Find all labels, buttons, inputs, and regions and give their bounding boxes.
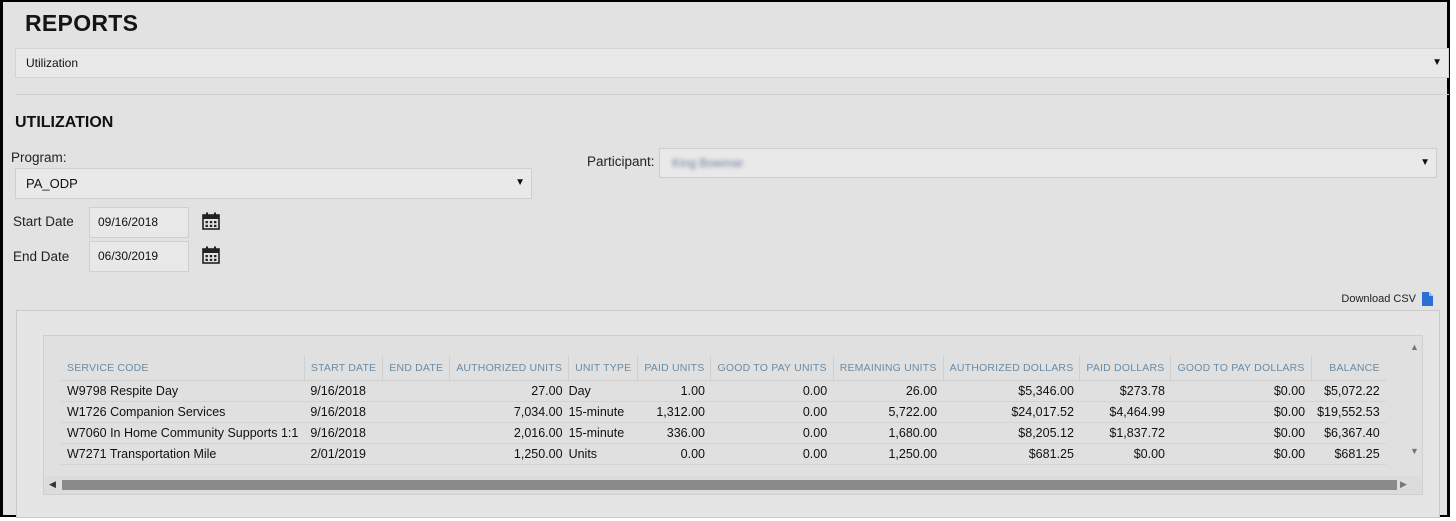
cell-paid-dollars: $0.00 <box>1079 443 1171 465</box>
end-date-label: End Date <box>13 249 70 264</box>
cell-end-date <box>382 380 450 402</box>
column-header[interactable]: END DATE <box>382 356 450 381</box>
cell-service-code: W7060 In Home Community Supports 1:1 <box>61 422 305 444</box>
column-header[interactable]: AUTHORIZED UNITS <box>449 356 569 381</box>
cell-paid-units: 1.00 <box>637 380 711 402</box>
cell-end-date <box>382 443 450 465</box>
cell-start-date: 9/16/2018 <box>304 401 383 423</box>
cell-unit-type: Day <box>568 380 638 402</box>
start-date-label: Start Date <box>13 214 74 229</box>
cell-good-to-pay-units: 0.00 <box>710 422 834 444</box>
column-header[interactable]: BALANCE <box>1310 356 1386 381</box>
section-title: UTILIZATION <box>15 114 114 131</box>
cell-end-date <box>382 401 450 423</box>
horizontal-scrollbar[interactable]: ◀ ▶ <box>44 476 1422 494</box>
column-header[interactable]: GOOD TO PAY DOLLARS <box>1170 356 1312 381</box>
program-label: Program: <box>11 150 67 165</box>
utilization-table: SERVICE CODE START DATE END DATE AUTHORI… <box>61 356 1386 465</box>
cell-balance: $6,367.40 <box>1311 422 1386 444</box>
column-header[interactable]: PAID UNITS <box>637 356 711 381</box>
cell-end-date <box>382 422 450 444</box>
cell-authorized-dollars: $24,017.52 <box>943 401 1080 423</box>
column-header[interactable]: REMAINING UNITS <box>832 356 944 381</box>
cell-authorized-units: 7,034.00 <box>449 401 569 423</box>
page-title: REPORTS <box>25 10 139 36</box>
program-select[interactable]: PA_ODP ▼ <box>15 168 532 199</box>
column-header[interactable]: START DATE <box>303 356 383 381</box>
scroll-down-icon[interactable]: ▼ <box>1410 446 1419 456</box>
column-header[interactable]: PAID DOLLARS <box>1079 356 1171 381</box>
vertical-scrollbar[interactable]: ▲ ▼ <box>1406 336 1422 468</box>
cell-authorized-dollars: $8,205.12 <box>943 422 1080 444</box>
cell-authorized-units: 2,016.00 <box>449 422 569 444</box>
file-icon <box>1422 292 1433 306</box>
cell-balance: $681.25 <box>1311 443 1386 465</box>
cell-service-code: W9798 Respite Day <box>61 380 305 402</box>
dropdown-caret-icon: ▼ <box>1420 157 1430 168</box>
cell-paid-dollars: $4,464.99 <box>1079 401 1171 423</box>
report-table-panel: SERVICE CODE START DATE END DATE AUTHORI… <box>16 310 1440 518</box>
cell-authorized-units: 1,250.00 <box>449 443 569 465</box>
calendar-icon[interactable] <box>202 212 220 230</box>
cell-balance: $19,552.53 <box>1311 401 1386 423</box>
participant-select[interactable]: King Bowmar ▼ <box>659 148 1437 178</box>
cell-remaining-units: 26.00 <box>833 380 944 402</box>
cell-unit-type: Units <box>568 443 638 465</box>
cell-start-date: 9/16/2018 <box>304 422 383 444</box>
dropdown-caret-icon: ▼ <box>1432 57 1442 68</box>
report-grid: SERVICE CODE START DATE END DATE AUTHORI… <box>43 335 1423 495</box>
participant-value: King Bowmar <box>672 156 744 170</box>
table-row[interactable]: W7060 In Home Community Supports 1:1 9/1… <box>61 422 1386 444</box>
column-header[interactable]: UNIT TYPE <box>568 356 638 381</box>
download-csv-label: Download CSV <box>1341 293 1416 305</box>
start-date-input[interactable]: 09/16/2018 <box>89 207 189 238</box>
column-header[interactable]: AUTHORIZED DOLLARS <box>942 356 1080 381</box>
cell-start-date: 2/01/2019 <box>304 443 383 465</box>
cell-good-to-pay-units: 0.00 <box>710 380 834 402</box>
cell-paid-units: 1,312.00 <box>637 401 711 423</box>
table-row[interactable]: W9798 Respite Day 9/16/2018 27.00 Day 1.… <box>61 380 1386 402</box>
column-header[interactable]: GOOD TO PAY UNITS <box>710 356 834 381</box>
horizontal-scroll-thumb[interactable] <box>62 480 1397 490</box>
cell-good-to-pay-dollars: $0.00 <box>1170 380 1312 402</box>
cell-remaining-units: 1,250.00 <box>833 443 944 465</box>
cell-paid-dollars: $1,837.72 <box>1079 422 1171 444</box>
cell-authorized-units: 27.00 <box>449 380 569 402</box>
cell-unit-type: 15-minute <box>568 401 638 423</box>
cell-balance: $5,072.22 <box>1311 380 1386 402</box>
scroll-left-icon[interactable]: ◀ <box>49 479 56 490</box>
cell-authorized-dollars: $681.25 <box>943 443 1080 465</box>
cell-remaining-units: 5,722.00 <box>833 401 944 423</box>
report-type-select[interactable]: Utilization ▼ <box>15 48 1449 78</box>
program-value: PA_ODP <box>26 176 78 191</box>
dropdown-caret-icon: ▼ <box>515 177 525 188</box>
cell-service-code: W1726 Companion Services <box>61 401 305 423</box>
app-frame: REPORTS Utilization ▼ UTILIZATION Progra… <box>0 0 1450 518</box>
cell-unit-type: 15-minute <box>568 422 638 444</box>
cell-good-to-pay-dollars: $0.00 <box>1170 401 1312 423</box>
scroll-up-icon[interactable]: ▲ <box>1410 342 1419 352</box>
cell-paid-dollars: $273.78 <box>1079 380 1171 402</box>
download-csv-link[interactable]: Download CSV <box>1341 292 1433 306</box>
divider <box>15 94 1449 95</box>
cell-remaining-units: 1,680.00 <box>833 422 944 444</box>
column-header[interactable]: SERVICE CODE <box>61 356 305 381</box>
cell-good-to-pay-units: 0.00 <box>710 443 834 465</box>
cell-start-date: 9/16/2018 <box>304 380 383 402</box>
cell-authorized-dollars: $5,346.00 <box>943 380 1080 402</box>
table-row[interactable]: W7271 Transportation Mile 2/01/2019 1,25… <box>61 443 1386 465</box>
cell-service-code: W7271 Transportation Mile <box>61 443 305 465</box>
table-row[interactable]: W1726 Companion Services 9/16/2018 7,034… <box>61 401 1386 423</box>
end-date-input[interactable]: 06/30/2019 <box>89 241 189 272</box>
cell-paid-units: 0.00 <box>637 443 711 465</box>
cell-good-to-pay-dollars: $0.00 <box>1170 422 1312 444</box>
report-type-value: Utilization <box>26 56 79 70</box>
cell-paid-units: 336.00 <box>637 422 711 444</box>
table-header-row: SERVICE CODE START DATE END DATE AUTHORI… <box>61 356 1386 381</box>
scroll-right-icon[interactable]: ▶ <box>1400 479 1407 490</box>
cell-good-to-pay-units: 0.00 <box>710 401 834 423</box>
participant-label: Participant: <box>587 154 655 169</box>
calendar-icon[interactable] <box>202 246 220 264</box>
cell-good-to-pay-dollars: $0.00 <box>1170 443 1312 465</box>
